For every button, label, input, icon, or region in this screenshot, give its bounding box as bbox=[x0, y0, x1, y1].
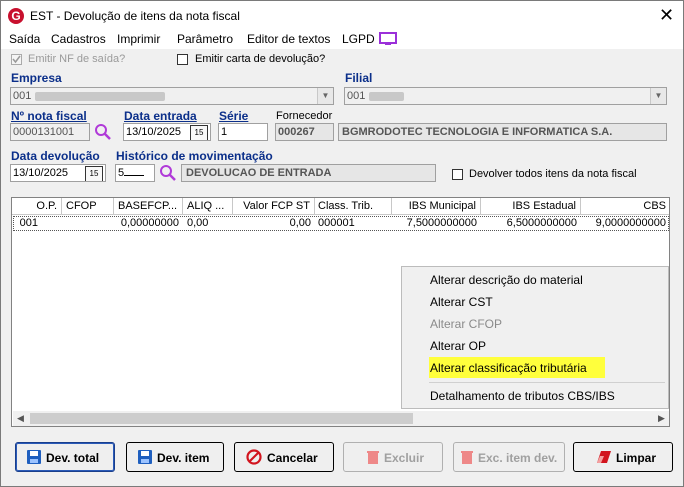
col-ibs-estadual[interactable]: IBS Estadual bbox=[481, 198, 581, 215]
cell-class-trib: 000001 bbox=[318, 217, 355, 229]
context-menu: Alterar descrição do material Alterar CS… bbox=[401, 266, 669, 409]
dev-total-button[interactable]: Dev. total bbox=[15, 442, 115, 472]
data-devolucao-label: Data devolução bbox=[11, 149, 100, 163]
serie-input[interactable]: 1 bbox=[218, 123, 268, 141]
historico-desc: DEVOLUCAO DE ENTRADA bbox=[181, 164, 436, 182]
historico-code-input[interactable]: 5 bbox=[115, 164, 155, 182]
calendar-icon[interactable]: 15 bbox=[190, 125, 208, 140]
col-cfop[interactable]: CFOP bbox=[62, 198, 114, 215]
devolver-todos-checkbox[interactable] bbox=[452, 169, 463, 180]
chevron-down-icon[interactable]: ▼ bbox=[650, 88, 666, 104]
data-devolucao-input[interactable]: 13/10/2025 15 bbox=[10, 164, 106, 182]
limpar-label: Limpar bbox=[616, 451, 657, 465]
dev-item-label: Dev. item bbox=[157, 451, 210, 465]
menu-lgpd[interactable]: LGPD bbox=[342, 31, 375, 47]
col-ibs-municipal[interactable]: IBS Municipal bbox=[392, 198, 481, 215]
excluir-label: Excluir bbox=[384, 451, 425, 465]
historico-label: Histórico de movimentação bbox=[116, 149, 273, 163]
cell-ibs-municipal: 7,5000000000 bbox=[406, 217, 477, 229]
cell-ibs-estadual: 6,5000000000 bbox=[506, 217, 577, 229]
empresa-value: 001 bbox=[13, 90, 32, 102]
filial-label: Filial bbox=[345, 71, 373, 85]
input-cursor bbox=[124, 165, 145, 176]
cell-valor-fcp-st: 0,00 bbox=[289, 217, 311, 229]
floppy-disk-icon bbox=[27, 450, 41, 464]
col-cbs[interactable]: CBS bbox=[581, 198, 669, 215]
chevron-down-icon[interactable]: ▼ bbox=[317, 88, 333, 104]
nota-search-icon[interactable] bbox=[94, 123, 112, 144]
menu-detalhamento-tributos[interactable]: Detalhamento de tributos CBS/IBS bbox=[430, 387, 615, 405]
col-class-trib[interactable]: Class. Trib. bbox=[315, 198, 392, 215]
eraser-icon bbox=[597, 451, 611, 463]
col-basefcp[interactable]: BASEFCP... bbox=[114, 198, 183, 215]
col-op[interactable]: O.P. bbox=[12, 198, 62, 215]
cell-cbs: 9,0000000000 bbox=[595, 217, 666, 229]
fornecedor-label: Fornecedor bbox=[276, 110, 333, 122]
empresa-select[interactable]: 001 ▼ bbox=[10, 87, 334, 105]
cell-basefcp: 0,00000000 bbox=[120, 217, 179, 229]
menu-cadastros[interactable]: Cadastros bbox=[51, 31, 106, 47]
menu-alterar-descricao[interactable]: Alterar descrição do material bbox=[430, 271, 583, 289]
floppy-disk-icon bbox=[138, 450, 152, 464]
filial-select[interactable]: 001 ▼ bbox=[344, 87, 667, 105]
cancel-icon bbox=[246, 449, 262, 465]
menu-alterar-op[interactable]: Alterar OP bbox=[430, 337, 486, 355]
col-aliq[interactable]: ALIQ ... bbox=[183, 198, 233, 215]
filial-value: 001 bbox=[347, 90, 366, 102]
cancelar-label: Cancelar bbox=[267, 451, 318, 465]
menu-alterar-cst[interactable]: Alterar CST bbox=[430, 293, 493, 311]
limpar-button[interactable]: Limpar bbox=[573, 442, 673, 472]
emitir-carta-checkbox[interactable] bbox=[177, 54, 188, 65]
lgpd-monitor-icon[interactable] bbox=[379, 32, 397, 49]
dev-total-label: Dev. total bbox=[46, 451, 100, 465]
exc-item-dev-button: Exc. item dev. bbox=[453, 442, 565, 472]
data-entrada-input[interactable]: 13/10/2025 15 bbox=[123, 123, 211, 141]
empresa-name-redacted bbox=[35, 91, 166, 101]
scroll-left-icon[interactable]: ◀ bbox=[13, 411, 28, 426]
menu-separator bbox=[429, 382, 665, 383]
exc-item-dev-label: Exc. item dev. bbox=[478, 451, 558, 465]
cell-cfop bbox=[62, 216, 114, 231]
menu-alterar-classificacao[interactable]: Alterar classificação tributária bbox=[430, 359, 587, 377]
emitir-carta-label: Emitir carta de devolução? bbox=[195, 53, 326, 65]
fornecedor-name: BGMRODOTEC TECNOLOGIA E INFORMATICA S.A. bbox=[338, 123, 667, 141]
menu-parametro[interactable]: Parâmetro bbox=[177, 31, 233, 47]
window-title: EST - Devolução de itens da nota fiscal bbox=[30, 9, 240, 23]
title-bar: G EST - Devolução de itens da nota fisca… bbox=[1, 1, 683, 31]
trash-icon bbox=[367, 451, 379, 464]
serie-label: Série bbox=[219, 109, 249, 123]
cell-op: 001 bbox=[19, 217, 38, 229]
scroll-right-icon[interactable]: ▶ bbox=[654, 411, 669, 426]
close-icon[interactable]: ✕ bbox=[659, 5, 674, 25]
nota-fiscal-label: Nº nota fiscal bbox=[11, 109, 87, 123]
nota-fiscal-input[interactable]: 0000131001 bbox=[10, 123, 90, 141]
historico-search-icon[interactable] bbox=[159, 164, 177, 185]
menu-bar: Saída Cadastros Imprimir Parâmetro Edito… bbox=[1, 31, 683, 49]
devolver-todos-label: Devolver todos itens da nota fiscal bbox=[469, 168, 637, 180]
col-valor-fcp-st[interactable]: Valor FCP ST bbox=[233, 198, 315, 215]
data-devolucao-value: 13/10/2025 bbox=[13, 167, 69, 179]
menu-editor-textos[interactable]: Editor de textos bbox=[247, 31, 330, 47]
data-entrada-value: 13/10/2025 bbox=[126, 126, 182, 138]
filial-name-redacted bbox=[369, 91, 405, 101]
menu-alterar-cfop: Alterar CFOP bbox=[430, 317, 503, 331]
main-window: G EST - Devolução de itens da nota fisca… bbox=[0, 0, 684, 487]
menu-imprimir[interactable]: Imprimir bbox=[117, 31, 160, 47]
calendar-icon[interactable]: 15 bbox=[85, 166, 103, 181]
menu-saida[interactable]: Saída bbox=[9, 31, 40, 47]
scroll-thumb[interactable] bbox=[30, 413, 413, 424]
horizontal-scrollbar[interactable]: ◀ ▶ bbox=[13, 411, 669, 426]
excluir-button: Excluir bbox=[343, 442, 443, 472]
fornecedor-code: 000267 bbox=[275, 123, 334, 141]
data-entrada-label: Data entrada bbox=[124, 109, 197, 123]
app-logo-icon: G bbox=[8, 8, 24, 24]
cancelar-button[interactable]: Cancelar bbox=[234, 442, 334, 472]
empresa-label: Empresa bbox=[11, 71, 62, 85]
emitir-nf-checkbox[interactable] bbox=[11, 54, 22, 65]
trash-icon bbox=[461, 451, 473, 464]
dev-item-button[interactable]: Dev. item bbox=[126, 442, 224, 472]
cell-aliq: 0,00 bbox=[187, 217, 209, 229]
emitir-nf-label: Emitir NF de saída? bbox=[28, 53, 126, 65]
